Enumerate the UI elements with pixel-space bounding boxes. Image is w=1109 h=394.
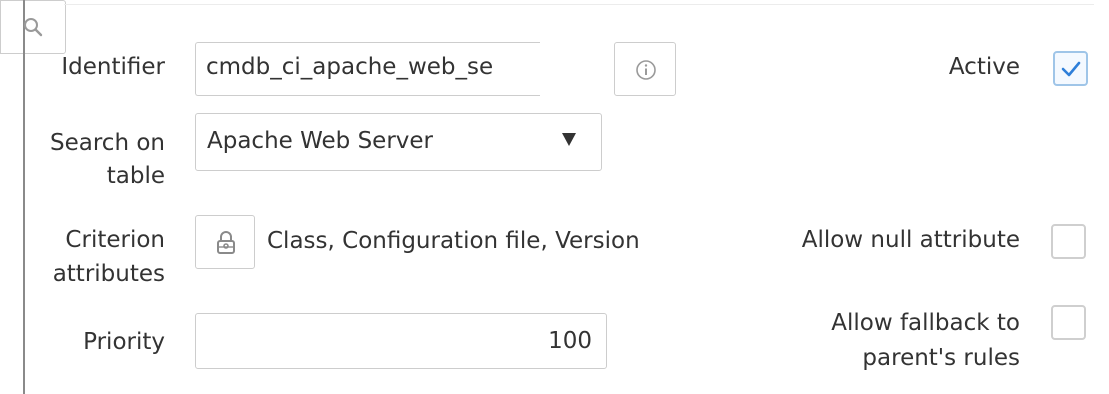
search-on-table-label-line1: Search on bbox=[50, 130, 165, 156]
criterion-lock-button[interactable] bbox=[195, 215, 255, 269]
search-on-table-selected[interactable]: Apache Web Server bbox=[207, 126, 537, 156]
criterion-attributes-value: Class, Configuration file, Version bbox=[267, 228, 640, 254]
checkmark-icon bbox=[1061, 61, 1081, 77]
priority-value[interactable]: 100 bbox=[400, 326, 592, 356]
search-icon bbox=[24, 18, 43, 37]
identifier-value[interactable]: cmdb_ci_apache_web_se bbox=[206, 52, 536, 82]
allow-fallback-checkbox[interactable] bbox=[1051, 305, 1086, 340]
criterion-attributes-label-line2: attributes bbox=[52, 261, 165, 287]
priority-label: Priority bbox=[83, 329, 165, 355]
identifier-label: Identifier bbox=[61, 54, 165, 80]
search-on-table-label-line2: table bbox=[106, 163, 165, 189]
identifier-info-button[interactable] bbox=[614, 42, 676, 96]
active-checkbox[interactable] bbox=[1053, 51, 1088, 86]
info-icon bbox=[636, 60, 656, 80]
lock-icon bbox=[217, 231, 235, 254]
triangle-down-icon[interactable] bbox=[562, 133, 576, 146]
allow-fallback-label-line1: Allow fallback to bbox=[831, 310, 1020, 336]
identifier-search-button[interactable] bbox=[0, 0, 66, 54]
allow-null-attribute-label: Allow null attribute bbox=[801, 227, 1020, 253]
top-divider bbox=[64, 4, 1094, 5]
active-label: Active bbox=[948, 54, 1020, 80]
criterion-attributes-label-line1: Criterion bbox=[65, 227, 165, 253]
left-border bbox=[23, 0, 25, 394]
allow-null-attribute-checkbox[interactable] bbox=[1051, 224, 1086, 259]
allow-fallback-label-line2: parent's rules bbox=[862, 345, 1020, 371]
